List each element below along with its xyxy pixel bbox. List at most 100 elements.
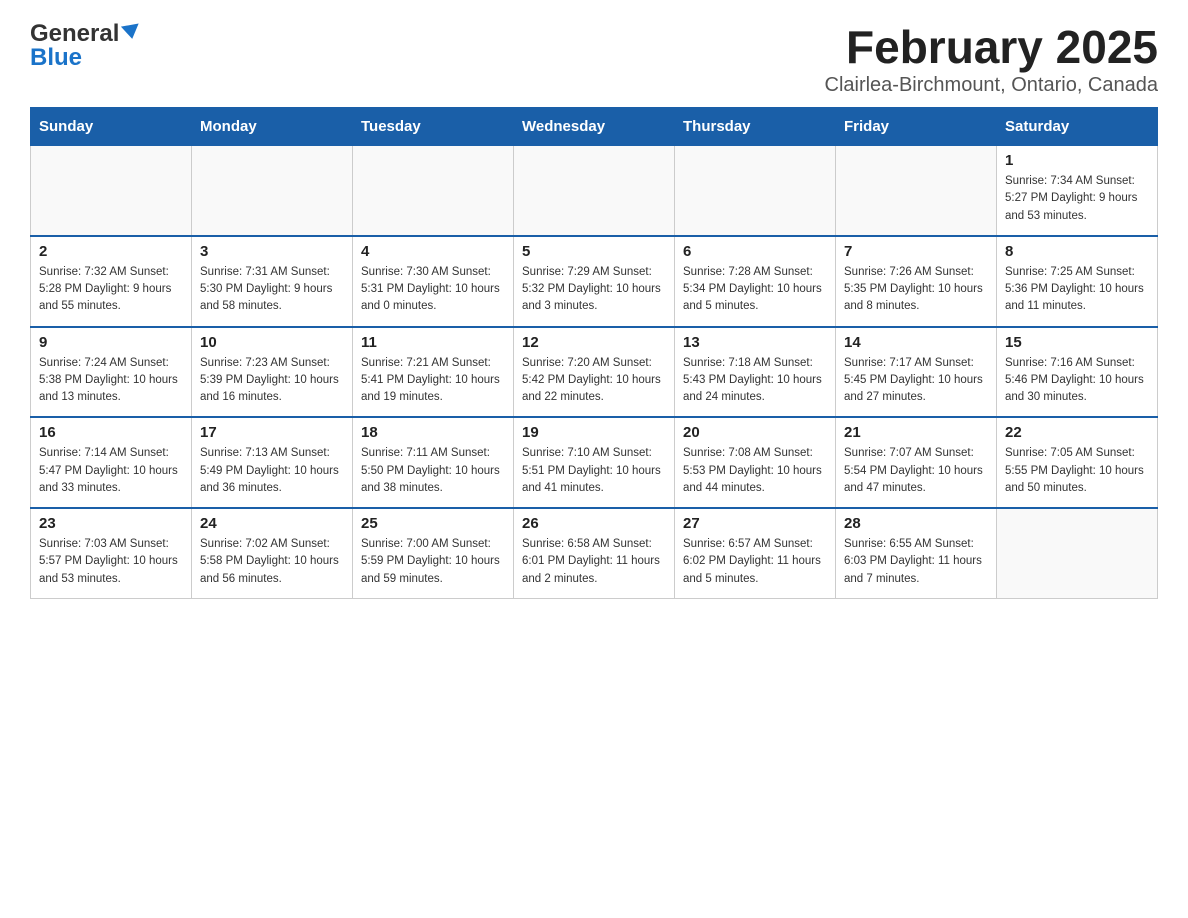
- title-block: February 2025 Clairlea-Birchmount, Ontar…: [825, 20, 1159, 97]
- col-sunday: Sunday: [31, 108, 192, 146]
- day-number: 7: [844, 243, 988, 260]
- day-info: Sunrise: 7:08 AM Sunset: 5:53 PM Dayligh…: [683, 445, 827, 497]
- day-info: Sunrise: 7:00 AM Sunset: 5:59 PM Dayligh…: [361, 536, 505, 588]
- day-info: Sunrise: 7:11 AM Sunset: 5:50 PM Dayligh…: [361, 445, 505, 497]
- day-info: Sunrise: 7:29 AM Sunset: 5:32 PM Dayligh…: [522, 264, 666, 316]
- table-row: 19Sunrise: 7:10 AM Sunset: 5:51 PM Dayli…: [514, 417, 675, 508]
- table-row: 23Sunrise: 7:03 AM Sunset: 5:57 PM Dayli…: [31, 508, 192, 598]
- col-saturday: Saturday: [997, 108, 1158, 146]
- day-number: 27: [683, 515, 827, 532]
- day-info: Sunrise: 7:18 AM Sunset: 5:43 PM Dayligh…: [683, 355, 827, 407]
- day-number: 6: [683, 243, 827, 260]
- col-thursday: Thursday: [675, 108, 836, 146]
- table-row: 22 Sunrise: 7:05 AM Sunset: 5:55 PM Dayli…: [997, 417, 1158, 508]
- col-tuesday: Tuesday: [353, 108, 514, 146]
- day-info: Sunrise: 7:05 AM Sunset: 5:55 PM Dayligh…: [1005, 445, 1149, 497]
- day-number: 25: [361, 515, 505, 532]
- calendar-subtitle: Clairlea-Birchmount, Ontario, Canada: [825, 74, 1159, 97]
- day-number: 4: [361, 243, 505, 260]
- day-number: 26: [522, 515, 666, 532]
- day-info: Sunrise: 7:21 AM Sunset: 5:41 PM Dayligh…: [361, 355, 505, 407]
- table-row: 13 Sunrise: 7:18 AM Sunset: 5:43 PM Dayli…: [675, 327, 836, 418]
- day-number: 13: [683, 334, 827, 351]
- day-info: Sunrise: 7:17 AM Sunset: 5:45 PM Dayligh…: [844, 355, 988, 407]
- logo: General Blue: [30, 20, 140, 72]
- table-row: 8 Sunrise: 7:25 AM Sunset: 5:36 PM Daylig…: [997, 236, 1158, 327]
- day-number: 1: [1005, 152, 1149, 169]
- table-row: 5Sunrise: 7:29 AM Sunset: 5:32 PM Daylig…: [514, 236, 675, 327]
- table-row: 10 Sunrise: 7:23 AM Sunset: 5:39 PM Dayli…: [192, 327, 353, 418]
- day-number: 9: [39, 334, 183, 351]
- day-info: Sunrise: 7:07 AM Sunset: 5:54 PM Dayligh…: [844, 445, 988, 497]
- table-row: 20 Sunrise: 7:08 AM Sunset: 5:53 PM Dayli…: [675, 417, 836, 508]
- day-number: 22: [1005, 424, 1149, 441]
- table-row: 3Sunrise: 7:31 AM Sunset: 5:30 PM Daylig…: [192, 236, 353, 327]
- table-row: [997, 508, 1158, 598]
- day-info: Sunrise: 7:24 AM Sunset: 5:38 PM Dayligh…: [39, 355, 183, 407]
- table-row: 17 Sunrise: 7:13 AM Sunset: 5:49 PM Dayli…: [192, 417, 353, 508]
- col-friday: Friday: [836, 108, 997, 146]
- table-row: [31, 146, 192, 236]
- table-row: 7 Sunrise: 7:26 AM Sunset: 5:35 PM Daylig…: [836, 236, 997, 327]
- calendar-header-row: Sunday Monday Tuesday Wednesday Thursday…: [31, 108, 1158, 146]
- table-row: 28 Sunrise: 6:55 AM Sunset: 6:03 PM Dayli…: [836, 508, 997, 598]
- day-number: 8: [1005, 243, 1149, 260]
- day-info: Sunrise: 7:20 AM Sunset: 5:42 PM Dayligh…: [522, 355, 666, 407]
- table-row: 16 Sunrise: 7:14 AM Sunset: 5:47 PM Dayli…: [31, 417, 192, 508]
- table-row: 26 Sunrise: 6:58 AM Sunset: 6:01 PM Dayli…: [514, 508, 675, 598]
- calendar-week-row: 16 Sunrise: 7:14 AM Sunset: 5:47 PM Dayli…: [31, 417, 1158, 508]
- day-info: Sunrise: 6:55 AM Sunset: 6:03 PM Dayligh…: [844, 536, 988, 588]
- table-row: 11Sunrise: 7:21 AM Sunset: 5:41 PM Dayli…: [353, 327, 514, 418]
- day-number: 14: [844, 334, 988, 351]
- table-row: 6Sunrise: 7:28 AM Sunset: 5:34 PM Daylig…: [675, 236, 836, 327]
- table-row: 4 Sunrise: 7:30 AM Sunset: 5:31 PM Daylig…: [353, 236, 514, 327]
- table-row: 9 Sunrise: 7:24 AM Sunset: 5:38 PM Daylig…: [31, 327, 192, 418]
- day-number: 19: [522, 424, 666, 441]
- table-row: 21 Sunrise: 7:07 AM Sunset: 5:54 PM Dayli…: [836, 417, 997, 508]
- day-number: 15: [1005, 334, 1149, 351]
- table-row: 15Sunrise: 7:16 AM Sunset: 5:46 PM Dayli…: [997, 327, 1158, 418]
- table-row: 1 Sunrise: 7:34 AM Sunset: 5:27 PM Daylig…: [997, 146, 1158, 236]
- calendar-week-row: 2 Sunrise: 7:32 AM Sunset: 5:28 PM Daylig…: [31, 236, 1158, 327]
- table-row: 2 Sunrise: 7:32 AM Sunset: 5:28 PM Daylig…: [31, 236, 192, 327]
- day-info: Sunrise: 7:23 AM Sunset: 5:39 PM Dayligh…: [200, 355, 344, 407]
- table-row: 27 Sunrise: 6:57 AM Sunset: 6:02 PM Dayli…: [675, 508, 836, 598]
- day-info: Sunrise: 7:34 AM Sunset: 5:27 PM Dayligh…: [1005, 173, 1149, 225]
- table-row: [353, 146, 514, 236]
- day-info: Sunrise: 7:32 AM Sunset: 5:28 PM Dayligh…: [39, 264, 183, 316]
- col-wednesday: Wednesday: [514, 108, 675, 146]
- page-header: General Blue February 2025 Clairlea-Birc…: [30, 20, 1158, 97]
- table-row: 14 Sunrise: 7:17 AM Sunset: 5:45 PM Dayli…: [836, 327, 997, 418]
- table-row: [675, 146, 836, 236]
- table-row: [836, 146, 997, 236]
- day-number: 28: [844, 515, 988, 532]
- calendar-week-row: 1 Sunrise: 7:34 AM Sunset: 5:27 PM Daylig…: [31, 146, 1158, 236]
- day-info: Sunrise: 7:13 AM Sunset: 5:49 PM Dayligh…: [200, 445, 344, 497]
- day-number: 2: [39, 243, 183, 260]
- day-number: 21: [844, 424, 988, 441]
- calendar-title: February 2025: [825, 20, 1159, 74]
- day-info: Sunrise: 7:30 AM Sunset: 5:31 PM Dayligh…: [361, 264, 505, 316]
- day-number: 16: [39, 424, 183, 441]
- day-info: Sunrise: 6:58 AM Sunset: 6:01 PM Dayligh…: [522, 536, 666, 588]
- day-number: 17: [200, 424, 344, 441]
- calendar-week-row: 9 Sunrise: 7:24 AM Sunset: 5:38 PM Daylig…: [31, 327, 1158, 418]
- table-row: [514, 146, 675, 236]
- day-number: 20: [683, 424, 827, 441]
- day-number: 12: [522, 334, 666, 351]
- logo-blue-text: Blue: [30, 44, 82, 72]
- day-info: Sunrise: 7:25 AM Sunset: 5:36 PM Dayligh…: [1005, 264, 1149, 316]
- table-row: 25 Sunrise: 7:00 AM Sunset: 5:59 PM Dayli…: [353, 508, 514, 598]
- day-number: 10: [200, 334, 344, 351]
- day-number: 24: [200, 515, 344, 532]
- day-number: 23: [39, 515, 183, 532]
- day-info: Sunrise: 6:57 AM Sunset: 6:02 PM Dayligh…: [683, 536, 827, 588]
- calendar-table: Sunday Monday Tuesday Wednesday Thursday…: [30, 107, 1158, 599]
- day-info: Sunrise: 7:26 AM Sunset: 5:35 PM Dayligh…: [844, 264, 988, 316]
- table-row: 18Sunrise: 7:11 AM Sunset: 5:50 PM Dayli…: [353, 417, 514, 508]
- table-row: 24 Sunrise: 7:02 AM Sunset: 5:58 PM Dayli…: [192, 508, 353, 598]
- day-info: Sunrise: 7:02 AM Sunset: 5:58 PM Dayligh…: [200, 536, 344, 588]
- table-row: 12 Sunrise: 7:20 AM Sunset: 5:42 PM Dayli…: [514, 327, 675, 418]
- day-number: 3: [200, 243, 344, 260]
- day-info: Sunrise: 7:14 AM Sunset: 5:47 PM Dayligh…: [39, 445, 183, 497]
